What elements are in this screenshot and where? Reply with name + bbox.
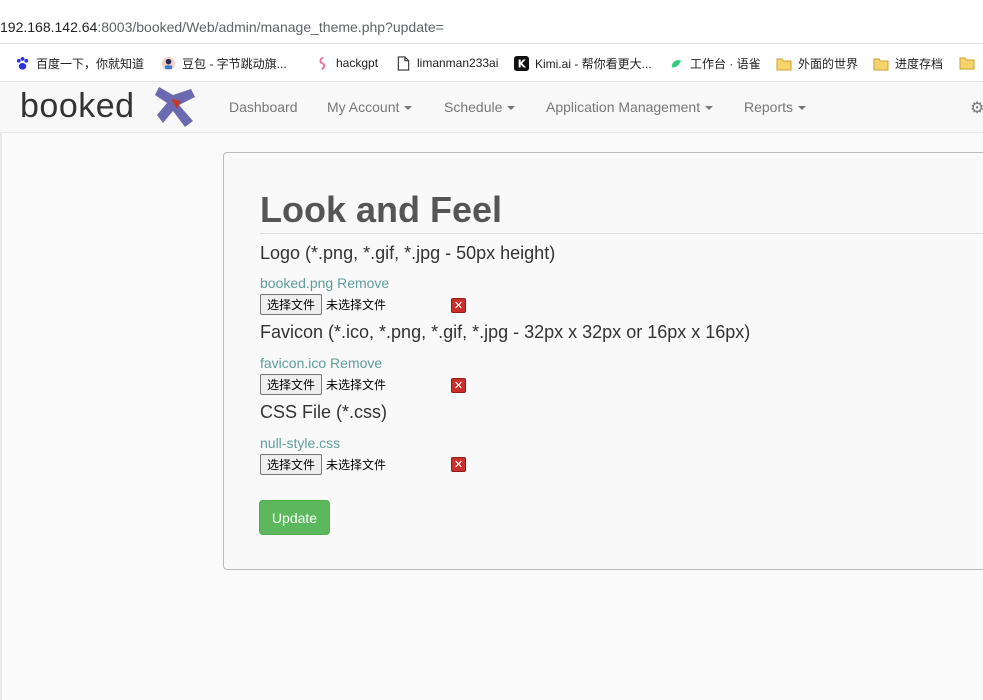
bookmark-label: 百度一下，你就知道 (36, 57, 145, 71)
logo-choose-file-button[interactable]: 选择文件 (260, 294, 323, 315)
favicon-file-input[interactable]: 选择文件 未选择文件 (260, 374, 386, 395)
kimi-icon: K (513, 56, 529, 72)
bookmark-label: 工作台 · 语雀 (690, 57, 761, 71)
bookmark-folder-overflow[interactable] (959, 55, 981, 71)
favicon-no-file-text: 未选择文件 (326, 378, 387, 392)
page-left-border (0, 133, 2, 700)
logo-no-file-text: 未选择文件 (326, 298, 387, 312)
bookmark-limanman[interactable]: limanman233ai (395, 55, 498, 71)
doubao-icon (160, 56, 176, 72)
nav-reports[interactable]: Reports (744, 99, 807, 115)
page-icon (395, 55, 411, 71)
bookmarks-bar: 百度一下，你就知道 豆包 - 字节跳动旗... hackgpt limanman… (0, 44, 983, 82)
logo-section-label: Logo (*.png, *.gif, *.jpg - 50px height) (260, 243, 556, 263)
url-host: 192.168.142.64 (0, 19, 98, 35)
logo-current-file[interactable]: booked.png Remove (260, 275, 389, 291)
bookmark-label: limanman233ai (417, 56, 499, 70)
folder-icon (873, 56, 889, 72)
bookmark-folder-progress[interactable]: 进度存档 (873, 55, 943, 72)
nav-schedule[interactable]: Schedule (444, 99, 516, 115)
bookmark-label: 进度存档 (895, 57, 944, 71)
caret-down-icon (705, 106, 714, 111)
look-and-feel-panel: Look and Feel Logo (*.png, *.gif, *.jpg … (223, 152, 983, 570)
nav-my-account[interactable]: My Account (327, 99, 413, 115)
yuque-icon (668, 56, 684, 72)
logo-clear-icon[interactable]: ✕ (451, 298, 466, 313)
nav-application-management[interactable]: Application Management (546, 99, 714, 115)
logo-remove-link[interactable]: Remove (337, 275, 389, 291)
favicon-section-label: Favicon (*.ico, *.png, *.gif, *.jpg - 32… (260, 322, 751, 342)
booked-logo-icon[interactable] (153, 83, 201, 134)
baidu-paw-icon (14, 56, 30, 72)
update-button[interactable]: Update (259, 500, 330, 535)
bookmark-folder-world[interactable]: 外面的世界 (776, 55, 858, 72)
nav-label: Schedule (444, 99, 503, 115)
bookmark-kimi[interactable]: K Kimi.ai - 帮你看更大... (513, 55, 652, 72)
bookmark-label: 外面的世界 (798, 57, 859, 71)
bookmark-label: 豆包 - 字节跳动旗... (182, 57, 287, 71)
css-no-file-text: 未选择文件 (326, 458, 387, 472)
caret-down-icon (507, 106, 516, 111)
title-divider (260, 233, 983, 234)
address-bar[interactable]: 192.168.142.64:8003/booked/Web/admin/man… (0, 0, 983, 44)
bookmark-label: Kimi.ai - 帮你看更大... (535, 57, 652, 71)
caret-down-icon (404, 106, 413, 111)
nav-label: Application Management (546, 99, 701, 115)
css-clear-icon[interactable]: ✕ (451, 457, 466, 472)
bookmark-yuque[interactable]: 工作台 · 语雀 (668, 55, 761, 72)
app-navbar: booked Dashboard My Account Schedule App… (0, 82, 983, 133)
bookmark-hackgpt[interactable]: hackgpt (314, 55, 378, 71)
css-choose-file-button[interactable]: 选择文件 (260, 454, 323, 475)
bookmark-doubao[interactable]: 豆包 - 字节跳动旗... (160, 55, 287, 72)
nav-label: Dashboard (229, 99, 298, 115)
favicon-choose-file-button[interactable]: 选择文件 (260, 374, 323, 395)
logo-file-link[interactable]: booked.png (260, 275, 333, 291)
css-file-input[interactable]: 选择文件 未选择文件 (260, 454, 386, 475)
url-path: :8003/booked/Web/admin/manage_theme.php?… (97, 19, 444, 35)
logo-file-input[interactable]: 选择文件 未选择文件 (260, 294, 386, 315)
favicon-clear-icon[interactable]: ✕ (451, 378, 466, 393)
seahorse-icon (314, 55, 330, 71)
caret-down-icon (798, 106, 807, 111)
favicon-file-link[interactable]: favicon.ico (260, 355, 326, 371)
nav-label: My Account (327, 99, 400, 115)
gear-icon[interactable]: ⚙ (970, 98, 983, 118)
favicon-remove-link[interactable]: Remove (330, 355, 382, 371)
css-section-label: CSS File (*.css) (260, 402, 388, 422)
favicon-current-file[interactable]: favicon.ico Remove (260, 355, 382, 371)
nav-label: Reports (744, 99, 794, 115)
css-current-file[interactable]: null-style.css (260, 435, 340, 451)
page-title: Look and Feel (260, 189, 503, 230)
nav-dashboard[interactable]: Dashboard (229, 99, 298, 115)
bookmark-label: hackgpt (336, 56, 379, 70)
svg-text:K: K (517, 59, 526, 71)
url-text[interactable]: 192.168.142.64:8003/booked/Web/admin/man… (0, 19, 444, 35)
folder-icon (959, 55, 975, 71)
bookmark-baidu[interactable]: 百度一下，你就知道 (14, 55, 144, 72)
brand-name[interactable]: booked (20, 87, 135, 126)
folder-icon (776, 56, 792, 72)
